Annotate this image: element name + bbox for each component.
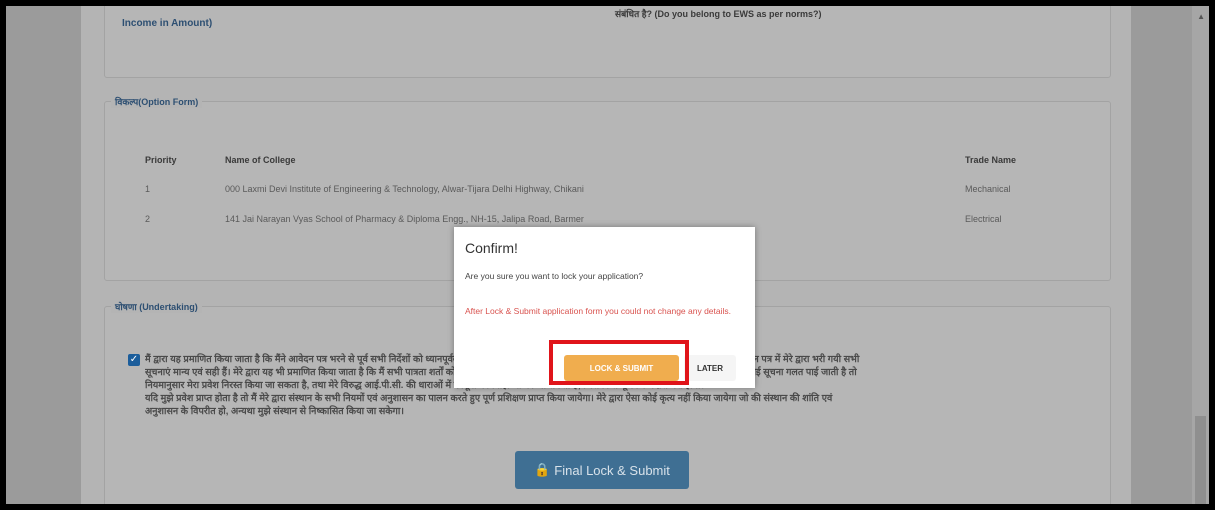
- trade-cell: Mechanical: [965, 184, 1011, 194]
- undertaking-checkbox[interactable]: ✓: [128, 354, 140, 366]
- ews-question: संबंधित है? (Do you belong to EWS as per…: [615, 9, 822, 19]
- undertaking-line: अनुशासन के विपरीत हो, अन्यथा मुझे संस्था…: [145, 406, 404, 417]
- later-button[interactable]: LATER: [684, 355, 736, 381]
- scroll-up-icon[interactable]: ▲: [1197, 12, 1205, 21]
- college-cell: 000 Laxmi Devi Institute of Engineering …: [225, 184, 584, 194]
- option-form-legend: विकल्प(Option Form): [111, 95, 203, 108]
- scroll-thumb[interactable]: [1195, 416, 1206, 504]
- college-header: Name of College: [225, 155, 296, 165]
- dialog-question: Are you sure you want to lock your appli…: [465, 271, 644, 281]
- income-section: Income in Amount) संबंधित है? (Do you be…: [104, 6, 1111, 78]
- undertaking-line: यदि मुझे प्रवेश प्राप्त होता है तो मैं म…: [145, 393, 833, 404]
- priority-header: Priority: [145, 155, 177, 165]
- priority-cell: 2: [145, 214, 151, 224]
- priority-cell: 1: [145, 184, 151, 194]
- options-table: Priority Name of College Trade Name 1 00…: [145, 146, 1065, 234]
- income-label: Income in Amount): [122, 18, 213, 29]
- dialog-title: Confirm!: [465, 240, 518, 256]
- table-header-row: Priority Name of College Trade Name: [145, 146, 1065, 174]
- undertaking-legend: घोषणा (Undertaking): [111, 300, 202, 313]
- highlight-box: [549, 340, 689, 385]
- vertical-scrollbar[interactable]: ▲: [1192, 6, 1209, 504]
- final-lock-submit-button[interactable]: 🔒 Final Lock & Submit: [515, 451, 689, 489]
- dialog-warning: After Lock & Submit application form you…: [465, 306, 732, 316]
- final-lock-submit-label: Final Lock & Submit: [554, 462, 670, 478]
- lock-icon: 🔒: [534, 462, 551, 477]
- table-row: 1 000 Laxmi Devi Institute of Engineerin…: [145, 174, 1065, 204]
- trade-header: Trade Name: [965, 155, 1017, 165]
- trade-cell: Electrical: [965, 214, 1002, 224]
